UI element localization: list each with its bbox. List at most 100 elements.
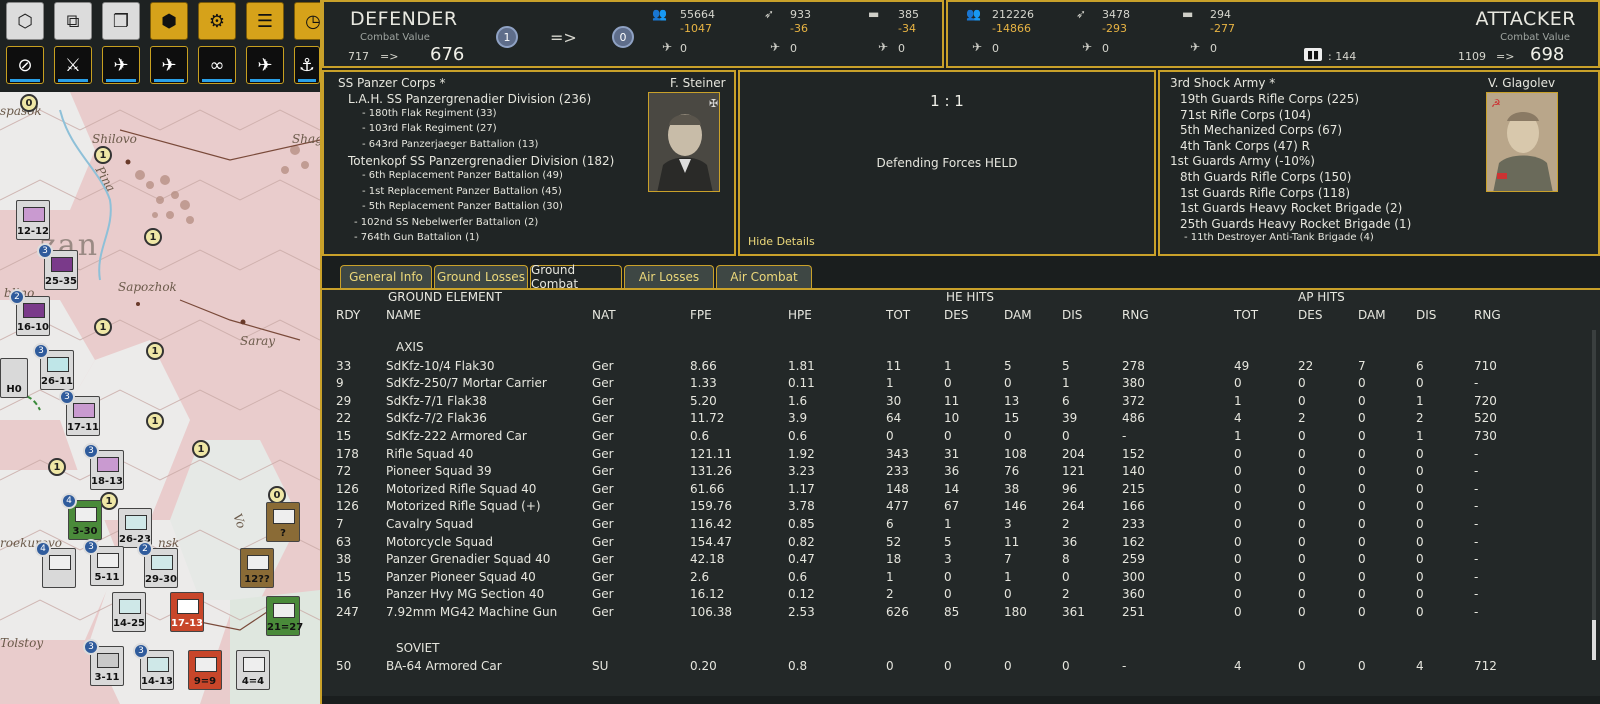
force-unit-line[interactable]: - 5th Replacement Panzer Battalion (30) — [362, 201, 563, 212]
unit-counter[interactable]: 12-12 — [16, 200, 50, 240]
unit-counter[interactable]: 2 16-10 — [9, 289, 50, 336]
column-header[interactable]: HPE — [788, 308, 812, 322]
unit-counter[interactable]: 3 18-13 — [83, 443, 124, 490]
column-header[interactable]: NAME — [386, 308, 421, 322]
toolbar-button-windows[interactable]: ❐ — [102, 2, 140, 40]
control-marker[interactable]: 0 — [20, 94, 38, 112]
force-unit-line[interactable]: 5th Mechanized Corps (67) — [1180, 123, 1342, 137]
scrollbar-thumb[interactable] — [1592, 620, 1596, 660]
unit-counter[interactable]: 21=27 — [266, 596, 303, 636]
column-header[interactable]: DIS — [1416, 308, 1436, 322]
defender-commander-portrait[interactable]: ✠ — [648, 92, 720, 192]
force-unit-line[interactable]: Totenkopf SS Panzergrenadier Division (1… — [348, 154, 614, 168]
hide-details-link[interactable]: Hide Details — [748, 235, 815, 248]
toolbar-button-railroad[interactable]: ☰ — [246, 2, 284, 40]
force-unit-line[interactable]: - 764th Gun Battalion (1) — [354, 232, 479, 243]
tab-ground-losses[interactable]: Ground Losses — [434, 265, 528, 288]
column-header[interactable]: RDY — [336, 308, 360, 322]
table-cell: 148 — [886, 481, 909, 496]
unit-counter[interactable]: ? — [266, 502, 300, 542]
unit-counter[interactable]: 14-25 — [112, 592, 146, 632]
force-unit-line[interactable]: - 180th Flak Regiment (33) — [362, 108, 497, 119]
toolbar-button-f3[interactable]: ✈ — [102, 46, 140, 84]
toolbar-button-f5[interactable]: ∞ — [198, 46, 236, 84]
tank-attack-icon: ⚔ — [64, 54, 82, 76]
unit-counter[interactable]: 3 26-11 — [33, 343, 74, 390]
tab-ground-combat[interactable]: Ground Combat — [530, 263, 622, 291]
column-header[interactable]: TOT — [1234, 308, 1258, 322]
column-header[interactable]: DAM — [1004, 308, 1032, 322]
control-marker[interactable]: 1 — [48, 458, 66, 476]
force-unit-line[interactable]: L.A.H. SS Panzergrenadier Division (236) — [348, 92, 591, 106]
toolbar-button-gear[interactable]: ⚙ — [198, 2, 236, 40]
attacker-guns: 3478 — [1102, 8, 1130, 21]
table-scrollbar[interactable] — [1592, 330, 1596, 660]
toolbar-button-new-window[interactable]: ⧉ — [54, 2, 92, 40]
column-header[interactable]: DES — [944, 308, 968, 322]
toolbar-button-hexes[interactable]: ⬢ — [150, 2, 188, 40]
table-cell: - — [1122, 429, 1127, 443]
force-unit-line[interactable]: 71st Rifle Corps (104) — [1180, 108, 1311, 122]
force-unit-line[interactable]: 25th Guards Heavy Rocket Brigade (1) — [1180, 217, 1411, 231]
unit-counter[interactable]: 3 25-35 — [37, 243, 78, 290]
column-header[interactable]: DAM — [1358, 308, 1386, 322]
table-cell: 61.66 — [690, 481, 725, 496]
force-unit-line[interactable]: 4th Tank Corps (47) R — [1180, 139, 1310, 153]
force-unit-line[interactable]: - 102nd SS Nebelwerfer Battalion (2) — [354, 217, 538, 228]
toolbar-button-f2[interactable]: ⚔ — [54, 46, 92, 84]
column-header[interactable]: RNG — [1122, 308, 1149, 322]
strategic-map[interactable]: spasok Shilovo Shag Pina blino Sapozhok … — [0, 0, 320, 704]
attacker-commander[interactable]: V. Glagolev — [1488, 76, 1555, 90]
control-marker[interactable]: 1 — [192, 440, 210, 458]
toolbar-button-f4[interactable]: ✈ — [150, 46, 188, 84]
control-marker[interactable]: 1 — [100, 492, 118, 510]
force-unit-line[interactable]: 1st Guards Army (-10%) — [1170, 154, 1315, 168]
unit-counter[interactable]: 4 — [35, 541, 76, 588]
unit-counter[interactable]: 3 17-11 — [59, 389, 100, 436]
tab-air-losses[interactable]: Air Losses — [624, 265, 714, 288]
unit-counter[interactable]: 3 5-11 — [83, 539, 124, 586]
toolbar-button-f6[interactable]: ✈ — [246, 46, 284, 84]
column-header[interactable]: FPE — [690, 308, 712, 322]
column-header[interactable]: DIS — [1062, 308, 1082, 322]
force-unit-line[interactable]: 1st Guards Rifle Corps (118) — [1180, 186, 1350, 200]
force-unit-line[interactable]: - 6th Replacement Panzer Battalion (49) — [362, 170, 563, 181]
force-unit-line[interactable]: - 1st Replacement Panzer Battalion (45) — [362, 186, 562, 197]
control-marker[interactable]: 1 — [144, 228, 162, 246]
unit-counter[interactable]: 4 3-30 — [61, 493, 102, 540]
toolbar-button-hex[interactable]: ⬡ — [6, 2, 44, 40]
toolbar-button-f7[interactable]: ⚓ — [294, 46, 320, 84]
table-cell: - — [1474, 534, 1479, 549]
toolbar-button-f1[interactable]: ⊘ — [6, 46, 44, 84]
unit-counter[interactable]: 9=9 — [188, 650, 222, 690]
force-unit-line[interactable]: - 643rd Panzerjaeger Battalion (13) — [362, 139, 538, 150]
force-unit-line[interactable]: 8th Guards Rifle Corps (150) — [1180, 170, 1351, 184]
control-marker[interactable]: 1 — [146, 342, 164, 360]
tab-general-info[interactable]: General Info — [340, 265, 432, 288]
column-header[interactable]: DES — [1298, 308, 1322, 322]
force-unit-line[interactable]: 19th Guards Rifle Corps (225) — [1180, 92, 1359, 106]
toolbar-button-clock[interactable]: ◷ — [294, 2, 320, 40]
unit-counter[interactable]: 2 29-30 — [137, 541, 178, 588]
control-marker[interactable]: 1 — [94, 146, 112, 164]
unit-counter[interactable]: H0 — [0, 358, 28, 398]
force-unit-line[interactable]: - 103rd Flak Regiment (27) — [362, 123, 497, 134]
column-header[interactable]: RNG — [1474, 308, 1501, 322]
control-marker[interactable]: 1 — [146, 412, 164, 430]
column-header[interactable]: TOT — [886, 308, 910, 322]
unit-counter-selected[interactable]: 17-13 — [170, 592, 204, 632]
tab-air-combat[interactable]: Air Combat — [716, 265, 812, 288]
force-unit-line[interactable]: 1st Guards Heavy Rocket Brigade (2) — [1180, 201, 1402, 215]
column-header[interactable]: NAT — [592, 308, 616, 322]
unit-counter[interactable]: 3 3-11 — [83, 639, 124, 686]
defender-commander[interactable]: F. Steiner — [670, 76, 726, 90]
unit-counter[interactable]: 4=4 — [236, 650, 270, 690]
defender-hq[interactable]: SS Panzer Corps * — [338, 76, 445, 90]
unit-counter[interactable]: 12?? — [240, 548, 274, 588]
attacker-hq[interactable]: 3rd Shock Army * — [1170, 76, 1275, 90]
attacker-commander-portrait[interactable]: ☭ — [1486, 92, 1558, 192]
force-unit-line[interactable]: - 11th Destroyer Anti-Tank Brigade (4) — [1184, 232, 1374, 243]
table-cell: 1 — [1234, 393, 1242, 408]
control-marker[interactable]: 1 — [94, 318, 112, 336]
unit-counter[interactable]: 3 14-13 — [133, 643, 174, 690]
